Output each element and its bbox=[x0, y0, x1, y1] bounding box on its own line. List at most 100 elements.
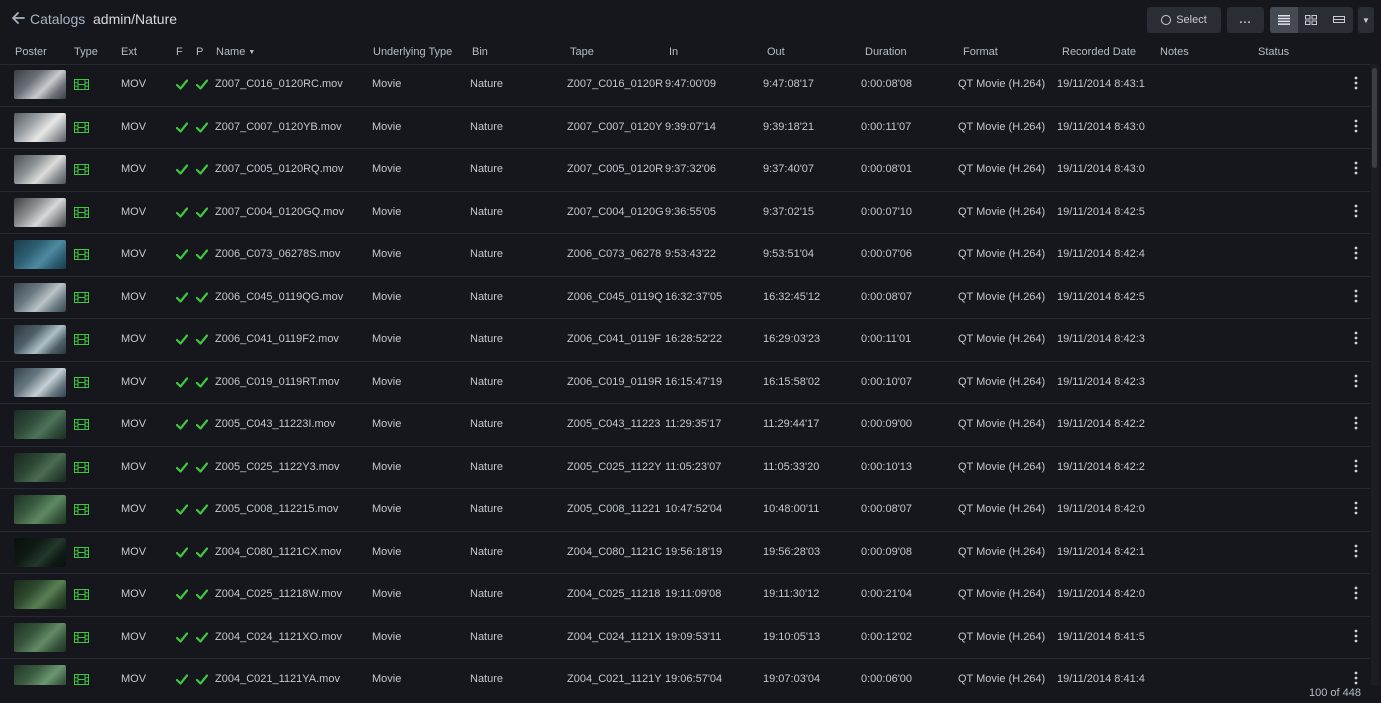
ext-cell: MOV bbox=[121, 673, 147, 685]
poster-thumbnail[interactable] bbox=[14, 240, 66, 269]
row-menu-icon[interactable] bbox=[1350, 415, 1362, 431]
column-header-name[interactable]: Name ▼ bbox=[216, 46, 255, 58]
table-row[interactable]: MOV Z006_C073_06278S.mov Movie Nature Z006_C… bbox=[0, 234, 1370, 277]
tape-cell: Z006_C045_0119Q bbox=[567, 290, 663, 303]
poster-thumbnail[interactable] bbox=[14, 112, 66, 142]
back-arrow-icon[interactable] bbox=[10, 9, 26, 27]
poster-thumbnail[interactable] bbox=[14, 282, 66, 312]
table-row[interactable]: MOV Z006_C019_0119RT.mov Movie Nature Z006_C… bbox=[0, 362, 1370, 404]
column-header-underlying-type[interactable]: Underlying Type bbox=[373, 46, 452, 58]
poster-thumbnail[interactable] bbox=[14, 155, 66, 184]
sort-desc-icon: ▼ bbox=[248, 49, 256, 56]
poster-thumbnail[interactable] bbox=[14, 537, 66, 567]
table-row[interactable]: MOV Z006_C045_0119QG.mov Movie Nature Z006_C… bbox=[0, 277, 1370, 319]
grid-view-button[interactable] bbox=[1298, 7, 1326, 33]
more-options-button[interactable]: ... bbox=[1227, 7, 1264, 33]
row-menu-icon[interactable] bbox=[1350, 543, 1362, 559]
format-cell: QT Movie (H.264) bbox=[958, 460, 1046, 473]
column-header-in[interactable]: In bbox=[669, 46, 678, 58]
row-menu-icon[interactable] bbox=[1350, 288, 1362, 304]
recorded-date-cell: 19/11/2014 8:42:3 bbox=[1057, 375, 1145, 388]
poster-thumbnail[interactable] bbox=[14, 197, 66, 227]
table-row[interactable]: MOV Z007_C007_0120YB.mov Movie Nature Z007_C… bbox=[0, 107, 1370, 149]
column-header-tape[interactable]: Tape bbox=[570, 46, 594, 58]
column-header-notes[interactable]: Notes bbox=[1160, 46, 1189, 58]
tape-cell: Z007_C007_0120Y bbox=[567, 120, 663, 133]
duration-cell: 0:00:21'04 bbox=[861, 588, 913, 600]
poster-thumbnail[interactable] bbox=[14, 665, 66, 685]
row-menu-icon[interactable] bbox=[1350, 458, 1362, 474]
column-header-duration[interactable]: Duration bbox=[865, 46, 907, 58]
tape-cell: Z004_C024_1121X bbox=[567, 630, 662, 643]
table-row[interactable]: MOV Z004_C021_1121YA.mov Movie Nature Z004_C… bbox=[0, 659, 1370, 685]
duration-cell: 0:00:06'00 bbox=[861, 673, 913, 685]
row-menu-icon[interactable] bbox=[1350, 75, 1362, 91]
column-header-p[interactable]: P bbox=[196, 46, 203, 58]
in-cell: 9:47:00'09 bbox=[665, 78, 717, 90]
row-menu-icon[interactable] bbox=[1350, 373, 1362, 389]
column-header-poster[interactable]: Poster bbox=[15, 46, 47, 58]
column-header-status[interactable]: Status bbox=[1258, 46, 1289, 58]
f-check-icon bbox=[176, 674, 188, 685]
recorded-date-cell: 19/11/2014 8:43:0 bbox=[1057, 163, 1145, 175]
row-menu-icon[interactable] bbox=[1350, 245, 1362, 261]
column-header-out[interactable]: Out bbox=[767, 46, 785, 58]
out-cell: 19:11:30'12 bbox=[763, 588, 820, 600]
name-cell: Z007_C004_0120GQ.mov bbox=[215, 205, 345, 218]
row-menu-icon[interactable] bbox=[1350, 670, 1362, 685]
row-menu-icon[interactable] bbox=[1350, 203, 1362, 219]
view-options-dropdown[interactable]: ▼ bbox=[1358, 7, 1374, 33]
bin-cell: Nature bbox=[470, 673, 504, 685]
table-row[interactable]: MOV Z005_C025_1122Y3.mov Movie Nature Z005_C… bbox=[0, 447, 1370, 489]
duration-cell: 0:00:08'01 bbox=[861, 163, 913, 175]
table-row[interactable]: MOV Z007_C004_0120GQ.mov Movie Nature Z007_C… bbox=[0, 192, 1370, 234]
underlying-type-cell: Movie bbox=[372, 418, 402, 430]
poster-thumbnail[interactable] bbox=[14, 325, 66, 354]
recorded-date-cell: 19/11/2014 8:42:0 bbox=[1057, 588, 1145, 600]
row-menu-icon[interactable] bbox=[1350, 118, 1362, 134]
poster-thumbnail[interactable] bbox=[14, 410, 66, 439]
format-cell: QT Movie (H.264) bbox=[958, 630, 1046, 643]
poster-thumbnail[interactable] bbox=[14, 580, 66, 609]
format-cell: QT Movie (H.264) bbox=[958, 545, 1046, 558]
out-cell: 9:53:51'04 bbox=[763, 248, 815, 260]
ext-cell: MOV bbox=[121, 460, 147, 473]
column-header-type[interactable]: Type bbox=[74, 46, 98, 58]
format-cell: QT Movie (H.264) bbox=[958, 205, 1046, 218]
vertical-scrollbar[interactable] bbox=[1371, 64, 1379, 685]
table-row[interactable]: MOV Z004_C025_11218W.mov Movie Nature Z004_C… bbox=[0, 574, 1370, 617]
scrollbar-thumb[interactable] bbox=[1372, 68, 1377, 168]
bin-cell: Nature bbox=[470, 78, 504, 90]
row-menu-icon[interactable] bbox=[1350, 330, 1362, 346]
poster-thumbnail[interactable] bbox=[14, 367, 66, 397]
select-button[interactable]: Select bbox=[1147, 7, 1221, 33]
column-header-recorded-date[interactable]: Recorded Date bbox=[1062, 46, 1136, 58]
table-row[interactable]: MOV Z007_C016_0120RC.mov Movie Nature Z007_C… bbox=[0, 64, 1370, 107]
column-header-f[interactable]: F bbox=[176, 46, 183, 58]
table-row[interactable]: MOV Z004_C080_1121CX.mov Movie Nature Z004_C… bbox=[0, 532, 1370, 574]
poster-thumbnail[interactable] bbox=[14, 622, 66, 652]
poster-thumbnail[interactable] bbox=[14, 452, 66, 482]
column-header-name-label: Name bbox=[216, 46, 246, 58]
list-view-button[interactable] bbox=[1270, 7, 1298, 33]
p-check-icon bbox=[196, 121, 208, 133]
poster-thumbnail[interactable] bbox=[14, 70, 66, 99]
filmstrip-view-button[interactable] bbox=[1325, 7, 1353, 33]
f-check-icon bbox=[176, 249, 188, 260]
column-header-ext[interactable]: Ext bbox=[121, 46, 137, 58]
table-row[interactable]: MOV Z007_C005_0120RQ.mov Movie Nature Z007_C… bbox=[0, 149, 1370, 192]
row-menu-icon[interactable] bbox=[1350, 500, 1362, 516]
table-row[interactable]: MOV Z004_C024_1121XO.mov Movie Nature Z004_C… bbox=[0, 617, 1370, 659]
breadcrumb-catalogs[interactable]: Catalogs bbox=[30, 11, 85, 27]
table-row[interactable]: MOV Z006_C041_0119F2.mov Movie Nature Z006_C… bbox=[0, 319, 1370, 362]
column-header-format[interactable]: Format bbox=[963, 46, 998, 58]
poster-thumbnail[interactable] bbox=[14, 495, 66, 524]
list-view-icon bbox=[1277, 15, 1290, 25]
column-header-bin[interactable]: Bin bbox=[472, 46, 488, 58]
table-row[interactable]: MOV Z005_C043_11223I.mov Movie Nature Z005_C… bbox=[0, 404, 1370, 447]
name-cell: Z006_C073_06278S.mov bbox=[215, 248, 341, 260]
row-menu-icon[interactable] bbox=[1350, 160, 1362, 176]
row-menu-icon[interactable] bbox=[1350, 585, 1362, 601]
row-menu-icon[interactable] bbox=[1350, 628, 1362, 644]
table-row[interactable]: MOV Z005_C008_112215.mov Movie Nature Z005_C… bbox=[0, 489, 1370, 532]
